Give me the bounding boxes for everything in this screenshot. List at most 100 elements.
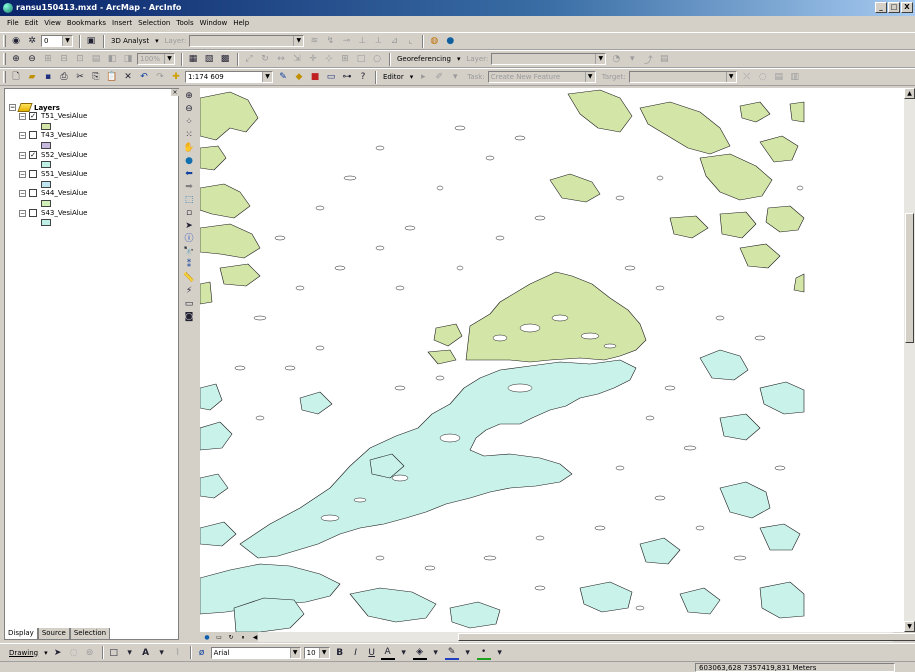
identify-icon[interactable]: ⓘ — [183, 233, 195, 245]
fill-color-icon[interactable]: ◈ — [412, 646, 427, 660]
chevron-down-icon[interactable]: ▾ — [123, 646, 137, 660]
bold-button[interactable]: B — [333, 646, 347, 660]
editor-toolbar-icon[interactable]: ✎ — [276, 70, 290, 84]
interpolate-line-icon[interactable]: ⟂ — [371, 34, 385, 48]
interpolate-polygon-icon[interactable]: ⊿ — [387, 34, 401, 48]
zoom-100-icon[interactable]: ▤ — [89, 52, 103, 66]
underline-button[interactable]: U — [365, 646, 379, 660]
focus-frame-icon[interactable]: ▧ — [202, 52, 216, 66]
chevron-down-icon[interactable]: ▼ — [262, 72, 272, 82]
font-icon[interactable]: ø — [195, 646, 209, 660]
fixed-zoom-out-icon[interactable]: ⁙ — [183, 129, 195, 141]
fixed-zoom-out-icon[interactable]: ⊟ — [57, 52, 71, 66]
zoom-out-icon[interactable]: ⊖ — [183, 103, 195, 115]
edit-tool-icon[interactable]: ▸ — [416, 70, 430, 84]
tab-selection[interactable]: Selection — [69, 628, 111, 640]
collapse-icon[interactable]: − — [9, 104, 16, 111]
layer-combo[interactable]: ▼ — [189, 35, 305, 47]
scroll-track[interactable] — [258, 632, 915, 642]
close-icon[interactable]: × — [171, 89, 179, 96]
toc-layer-t51[interactable]: − ✓ T51_VesiAlue — [19, 112, 87, 120]
undo-icon[interactable]: ↶ — [137, 70, 151, 84]
rotate-icon[interactable]: ◌ — [67, 646, 81, 660]
view-link-table-icon[interactable]: ⊞ — [338, 52, 352, 66]
collapse-icon[interactable]: − — [19, 112, 26, 120]
georef-scale-icon[interactable]: ⇲ — [290, 52, 304, 66]
sketch-tool-icon[interactable]: ✐ — [432, 70, 446, 84]
full-extent-icon[interactable]: ● — [183, 155, 195, 167]
map-canvas[interactable] — [200, 88, 904, 632]
marker-color-icon[interactable]: • — [476, 646, 491, 660]
layers-root[interactable]: − Layers — [9, 103, 60, 112]
chevron-down-icon[interactable]: ▾ — [448, 70, 462, 84]
scroll-thumb[interactable] — [458, 633, 915, 641]
select-elements-icon[interactable]: ➤ — [51, 646, 65, 660]
hyperlink-icon[interactable]: ⚡ — [183, 285, 195, 297]
contour-icon[interactable]: ≋ — [307, 34, 321, 48]
close-button[interactable]: X — [901, 2, 913, 13]
zoom-whole-page-icon[interactable]: ⊡ — [73, 52, 87, 66]
arccatalog-icon[interactable]: ◆ — [292, 70, 306, 84]
chevron-down-icon[interactable]: ▾ — [155, 646, 169, 660]
toc-layer-t43[interactable]: − T43_VesiAlue — [19, 131, 87, 139]
chevron-down-icon[interactable]: ▼ — [318, 647, 329, 658]
new-document-icon[interactable]: 🗋 — [9, 70, 23, 84]
map-scale-combo[interactable]: 1:174 609 ▼ — [185, 71, 273, 83]
georef-layer-combo[interactable]: ▼ — [491, 53, 607, 65]
chevron-down-icon[interactable]: ▾ — [41, 649, 51, 657]
fixed-zoom-in-icon[interactable]: ⁘ — [183, 116, 195, 128]
link-table-icon[interactable]: ▤ — [657, 52, 671, 66]
layer-visibility-checkbox[interactable]: ✓ — [29, 112, 37, 120]
georef-rotate-icon[interactable]: ↻ — [258, 52, 272, 66]
zoom-in-page-icon[interactable]: ⊕ — [9, 52, 23, 66]
font-color-icon[interactable]: A — [380, 646, 395, 660]
chevron-down-icon[interactable]: ▾ — [397, 646, 411, 660]
menu-selection[interactable]: Selection — [135, 16, 173, 31]
menu-tools[interactable]: Tools — [173, 16, 196, 31]
editor-dropdown[interactable]: Editor — [380, 73, 407, 81]
open-icon[interactable]: ▰ — [25, 70, 39, 84]
layer-visibility-checkbox[interactable] — [29, 131, 37, 139]
map-horizontal-scrollbar[interactable]: ● ▭ ↻ ⏸ ◀ — [200, 632, 915, 642]
attributes-icon[interactable]: ▤ — [772, 70, 786, 84]
maximize-button[interactable]: □ — [888, 2, 900, 13]
chevron-down-icon[interactable]: ▾ — [407, 73, 417, 81]
paste-icon[interactable]: 📋 — [105, 70, 119, 84]
profile-graph-icon[interactable]: ⌞ — [403, 34, 417, 48]
toolbar-grip[interactable] — [3, 53, 6, 65]
edit-vertices-icon[interactable]: ⌇ — [171, 646, 185, 660]
copy-icon[interactable]: ⎘ — [89, 70, 103, 84]
collapse-icon[interactable]: − — [19, 189, 26, 197]
chevron-down-icon[interactable]: ▾ — [625, 52, 639, 66]
layer-visibility-checkbox[interactable]: ✓ — [29, 151, 37, 159]
font-size-combo[interactable]: 10 ▼ — [303, 646, 330, 659]
cut-icon[interactable]: ✂ — [73, 70, 87, 84]
menu-help[interactable]: Help — [230, 16, 252, 31]
html-popup-icon[interactable]: ▭ — [183, 298, 195, 310]
back-extent-icon[interactable]: ⬅ — [183, 168, 195, 180]
arctoolbox-icon[interactable]: ■ — [308, 70, 322, 84]
georef-fit-icon[interactable]: ⤢ — [242, 52, 256, 66]
menu-file[interactable]: File — [4, 16, 22, 31]
layer-symbol-swatch[interactable] — [41, 181, 51, 188]
target-combo[interactable]: ▼ — [628, 71, 737, 83]
zoom-out-page-icon[interactable]: ⊖ — [25, 52, 39, 66]
add-control-point-icon[interactable]: ⤴ — [641, 52, 655, 66]
layout-zoom-combo[interactable]: 100% ▼ — [137, 53, 175, 65]
tab-source[interactable]: Source — [37, 628, 70, 640]
toc-layer-s51[interactable]: − S51_VesiAlue — [19, 170, 87, 178]
steepest-path-icon[interactable]: ↯ — [323, 34, 337, 48]
layer-visibility-checkbox[interactable] — [29, 170, 37, 178]
forward-extent-icon[interactable]: ➡ — [183, 181, 195, 193]
layer-symbol-swatch[interactable] — [41, 219, 51, 226]
data-view-icon[interactable]: ● — [202, 633, 212, 642]
rotate-tool-icon[interactable]: ◌ — [756, 70, 770, 84]
collapse-icon[interactable]: − — [19, 209, 26, 217]
arcscene-icon[interactable]: ▣ — [84, 34, 98, 48]
toc-layer-s43[interactable]: − S43_VesiAlue — [19, 209, 87, 217]
chevron-down-icon[interactable]: ▾ — [152, 37, 162, 45]
pan-icon[interactable]: ✋ — [183, 142, 195, 154]
split-tool-icon[interactable]: ⤫ — [740, 70, 754, 84]
refresh-icon[interactable]: ↻ — [226, 633, 236, 642]
rectangle-icon[interactable]: □ — [107, 646, 121, 660]
